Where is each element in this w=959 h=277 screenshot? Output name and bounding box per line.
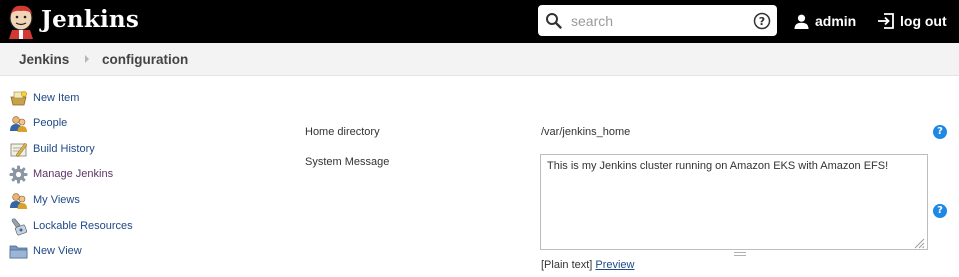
build-history-icon [9,140,28,159]
breadcrumb-configuration[interactable]: configuration [102,52,188,67]
sidebar-item-label: My Views [33,194,80,206]
system-message-format-row: [Plain text] Preview [541,259,634,271]
people-icon [9,114,28,133]
user-icon [794,14,809,29]
logout-link[interactable]: log out [877,12,947,30]
sidebar-item-label: New Item [33,92,80,104]
sidebar-item-label: Manage Jenkins [33,168,114,180]
home-directory-help-icon[interactable]: ? [933,125,947,139]
sidebar-item-new-item[interactable]: New Item [9,88,79,108]
sidebar-item-lockable-resources[interactable]: Lockable Resources [9,216,133,236]
svg-text:?: ? [759,15,765,28]
breadcrumb-separator-icon [85,55,89,63]
sidebar-item-label: People [33,117,68,129]
sidebar-item-new-view[interactable]: New View [9,241,82,261]
lockable-resources-icon [9,217,28,236]
user-link[interactable]: admin [794,12,856,30]
textarea-resize-corner-icon[interactable] [913,236,925,249]
markup-format-label: [Plain text] [541,259,593,271]
user-name: admin [815,13,857,29]
search-icon [545,12,563,30]
breadcrumb: Jenkins configuration [0,43,959,76]
search-box: ? [538,5,777,36]
sidebar-item-label: New View [33,245,82,257]
home-directory-label: Home directory [305,126,380,138]
sidebar-item-build-history[interactable]: Build History [9,139,95,159]
new-view-folder-icon [9,242,28,261]
manage-jenkins-gear-icon [9,165,28,184]
search-input[interactable] [571,10,751,31]
preview-link[interactable]: Preview [595,259,634,271]
brand-title[interactable]: Jenkins [41,6,139,33]
home-directory-value: /var/jenkins_home [541,126,631,138]
sidebar-item-label: Build History [33,143,95,155]
jenkins-logo-icon[interactable] [6,3,36,39]
system-message-help-icon[interactable]: ? [933,204,947,218]
page-header: Jenkins ? admin log out [0,0,959,43]
system-message-label: System Message [305,156,390,168]
textarea-resize-grip-icon[interactable] [734,252,746,256]
new-item-icon [9,89,28,108]
search-help-icon[interactable]: ? [753,12,771,30]
sidebar-item-manage-jenkins[interactable]: Manage Jenkins [9,164,113,184]
my-views-icon [9,191,28,210]
system-message-textarea[interactable]: This is my Jenkins cluster running on Am… [540,154,928,250]
breadcrumb-jenkins[interactable]: Jenkins [19,52,69,67]
sidebar-item-people[interactable]: People [9,113,67,133]
logout-icon [878,13,894,29]
sidebar-item-label: Lockable Resources [33,220,133,232]
sidebar-item-my-views[interactable]: My Views [9,190,80,210]
logout-label: log out [900,13,947,29]
